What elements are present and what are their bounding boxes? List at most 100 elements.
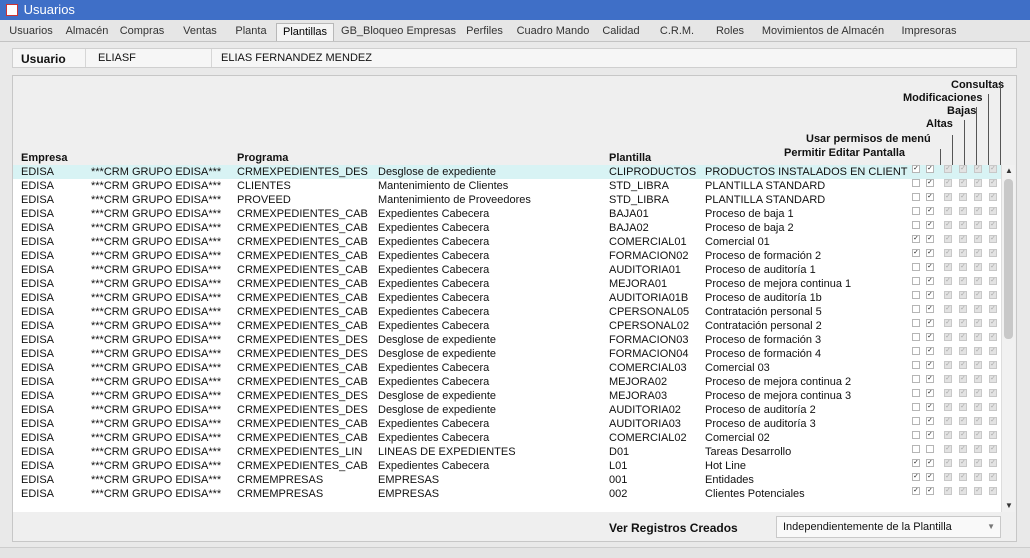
checkbox-altas[interactable]: ✓ bbox=[944, 263, 952, 271]
checkbox-modificaciones[interactable]: ✓ bbox=[974, 249, 982, 257]
checkbox-consultas[interactable]: ✓ bbox=[989, 473, 997, 481]
checkbox-consultas[interactable]: ✓ bbox=[989, 361, 997, 369]
tab-planta[interactable]: Planta bbox=[230, 23, 272, 41]
checkbox-consultas[interactable]: ✓ bbox=[989, 207, 997, 215]
checkbox-modificaciones[interactable]: ✓ bbox=[974, 431, 982, 439]
checkbox-modificaciones[interactable]: ✓ bbox=[974, 291, 982, 299]
scroll-thumb[interactable] bbox=[1004, 179, 1013, 339]
checkbox-consultas[interactable]: ✓ bbox=[989, 347, 997, 355]
table-row[interactable]: EDISA ***CRM GRUPO EDISA*** CRMEXPEDIENTES… bbox=[13, 277, 1001, 291]
tab-movimientos-de-almac-n[interactable]: Movimientos de Almacén bbox=[758, 23, 888, 41]
checkbox-permitir-editar[interactable]: ✓ bbox=[912, 249, 920, 257]
checkbox-modificaciones[interactable]: ✓ bbox=[974, 179, 982, 187]
tab-almac-n[interactable]: Almacén bbox=[62, 23, 112, 41]
table-row[interactable]: EDISA ***CRM GRUPO EDISA*** CRMEXPEDIENTES… bbox=[13, 165, 1001, 179]
table-row[interactable]: EDISA ***CRM GRUPO EDISA*** PROVEED Manteni… bbox=[13, 193, 1001, 207]
checkbox-permitir-editar[interactable]: ✓ bbox=[912, 487, 920, 495]
checkbox-usar-permisos[interactable]: ✓ bbox=[926, 277, 934, 285]
checkbox-bajas[interactable]: ✓ bbox=[959, 235, 967, 243]
checkbox-altas[interactable]: ✓ bbox=[944, 221, 952, 229]
checkbox-altas[interactable]: ✓ bbox=[944, 417, 952, 425]
checkbox-usar-permisos[interactable]: ✓ bbox=[926, 235, 934, 243]
table-scrollbar[interactable]: ▲ ▼ bbox=[1001, 165, 1015, 512]
checkbox-bajas[interactable]: ✓ bbox=[959, 487, 967, 495]
checkbox-altas[interactable]: ✓ bbox=[944, 375, 952, 383]
checkbox-bajas[interactable]: ✓ bbox=[959, 417, 967, 425]
checkbox-permitir-editar[interactable] bbox=[912, 431, 920, 439]
checkbox-permitir-editar[interactable] bbox=[912, 445, 920, 453]
table-row[interactable]: EDISA ***CRM GRUPO EDISA*** CRMEXPEDIENTES… bbox=[13, 431, 1001, 445]
checkbox-bajas[interactable]: ✓ bbox=[959, 473, 967, 481]
checkbox-bajas[interactable]: ✓ bbox=[959, 249, 967, 257]
table-row[interactable]: EDISA ***CRM GRUPO EDISA*** CRMEXPEDIENTES… bbox=[13, 445, 1001, 459]
checkbox-usar-permisos[interactable]: ✓ bbox=[926, 207, 934, 215]
checkbox-modificaciones[interactable]: ✓ bbox=[974, 375, 982, 383]
ver-registros-select[interactable]: Independientemente de la Plantilla ▼ bbox=[776, 516, 1001, 538]
checkbox-consultas[interactable]: ✓ bbox=[989, 319, 997, 327]
checkbox-bajas[interactable]: ✓ bbox=[959, 347, 967, 355]
checkbox-altas[interactable]: ✓ bbox=[944, 445, 952, 453]
checkbox-usar-permisos[interactable]: ✓ bbox=[926, 487, 934, 495]
checkbox-altas[interactable]: ✓ bbox=[944, 291, 952, 299]
checkbox-bajas[interactable]: ✓ bbox=[959, 221, 967, 229]
tab-ventas[interactable]: Ventas bbox=[172, 23, 228, 41]
checkbox-usar-permisos[interactable]: ✓ bbox=[926, 459, 934, 467]
tab-gb-bloqueo-empresas[interactable]: GB_Bloqueo Empresas bbox=[339, 23, 458, 41]
checkbox-bajas[interactable]: ✓ bbox=[959, 375, 967, 383]
checkbox-bajas[interactable]: ✓ bbox=[959, 193, 967, 201]
checkbox-usar-permisos[interactable]: ✓ bbox=[926, 263, 934, 271]
tab-usuarios[interactable]: Usuarios bbox=[4, 23, 58, 41]
checkbox-altas[interactable]: ✓ bbox=[944, 277, 952, 285]
checkbox-modificaciones[interactable]: ✓ bbox=[974, 417, 982, 425]
user-code-field[interactable]: ELIASF bbox=[98, 52, 136, 64]
checkbox-permitir-editar[interactable] bbox=[912, 375, 920, 383]
checkbox-modificaciones[interactable]: ✓ bbox=[974, 263, 982, 271]
table-row[interactable]: EDISA ***CRM GRUPO EDISA*** CRMEXPEDIENTES… bbox=[13, 403, 1001, 417]
checkbox-permitir-editar[interactable] bbox=[912, 347, 920, 355]
table-row[interactable]: EDISA ***CRM GRUPO EDISA*** CRMEMPRESAS EMP… bbox=[13, 487, 1001, 501]
checkbox-consultas[interactable]: ✓ bbox=[989, 277, 997, 285]
checkbox-permitir-editar[interactable] bbox=[912, 417, 920, 425]
table-row[interactable]: EDISA ***CRM GRUPO EDISA*** CRMEXPEDIENTES… bbox=[13, 207, 1001, 221]
checkbox-modificaciones[interactable]: ✓ bbox=[974, 403, 982, 411]
scroll-up-icon[interactable]: ▲ bbox=[1002, 165, 1016, 177]
checkbox-consultas[interactable]: ✓ bbox=[989, 221, 997, 229]
table-row[interactable]: EDISA ***CRM GRUPO EDISA*** CRMEXPEDIENTES… bbox=[13, 459, 1001, 473]
checkbox-modificaciones[interactable]: ✓ bbox=[974, 389, 982, 397]
checkbox-permitir-editar[interactable] bbox=[912, 277, 920, 285]
checkbox-consultas[interactable]: ✓ bbox=[989, 333, 997, 341]
tab-roles[interactable]: Roles bbox=[708, 23, 752, 41]
scroll-down-icon[interactable]: ▼ bbox=[1002, 500, 1016, 512]
checkbox-modificaciones[interactable]: ✓ bbox=[974, 221, 982, 229]
tab-c-r-m[interactable]: C.R.M. bbox=[650, 23, 704, 41]
checkbox-consultas[interactable]: ✓ bbox=[989, 305, 997, 313]
checkbox-modificaciones[interactable]: ✓ bbox=[974, 445, 982, 453]
checkbox-bajas[interactable]: ✓ bbox=[959, 333, 967, 341]
checkbox-consultas[interactable]: ✓ bbox=[989, 291, 997, 299]
checkbox-permitir-editar[interactable] bbox=[912, 403, 920, 411]
table-row[interactable]: EDISA ***CRM GRUPO EDISA*** CRMEXPEDIENTES… bbox=[13, 235, 1001, 249]
tab-cuadro-mando[interactable]: Cuadro Mando bbox=[513, 23, 593, 41]
checkbox-altas[interactable]: ✓ bbox=[944, 487, 952, 495]
checkbox-modificaciones[interactable]: ✓ bbox=[974, 459, 982, 467]
checkbox-usar-permisos[interactable]: ✓ bbox=[926, 333, 934, 341]
checkbox-usar-permisos[interactable]: ✓ bbox=[926, 375, 934, 383]
checkbox-usar-permisos[interactable] bbox=[926, 445, 934, 453]
checkbox-altas[interactable]: ✓ bbox=[944, 319, 952, 327]
checkbox-altas[interactable]: ✓ bbox=[944, 361, 952, 369]
checkbox-modificaciones[interactable]: ✓ bbox=[974, 319, 982, 327]
checkbox-bajas[interactable]: ✓ bbox=[959, 165, 967, 173]
checkbox-usar-permisos[interactable]: ✓ bbox=[926, 473, 934, 481]
checkbox-permitir-editar[interactable] bbox=[912, 207, 920, 215]
table-row[interactable]: EDISA ***CRM GRUPO EDISA*** CRMEXPEDIENTES… bbox=[13, 263, 1001, 277]
checkbox-permitir-editar[interactable] bbox=[912, 305, 920, 313]
checkbox-altas[interactable]: ✓ bbox=[944, 389, 952, 397]
checkbox-bajas[interactable]: ✓ bbox=[959, 305, 967, 313]
checkbox-bajas[interactable]: ✓ bbox=[959, 361, 967, 369]
checkbox-consultas[interactable]: ✓ bbox=[989, 403, 997, 411]
checkbox-altas[interactable]: ✓ bbox=[944, 403, 952, 411]
checkbox-modificaciones[interactable]: ✓ bbox=[974, 333, 982, 341]
checkbox-bajas[interactable]: ✓ bbox=[959, 403, 967, 411]
checkbox-consultas[interactable]: ✓ bbox=[989, 235, 997, 243]
checkbox-usar-permisos[interactable]: ✓ bbox=[926, 249, 934, 257]
